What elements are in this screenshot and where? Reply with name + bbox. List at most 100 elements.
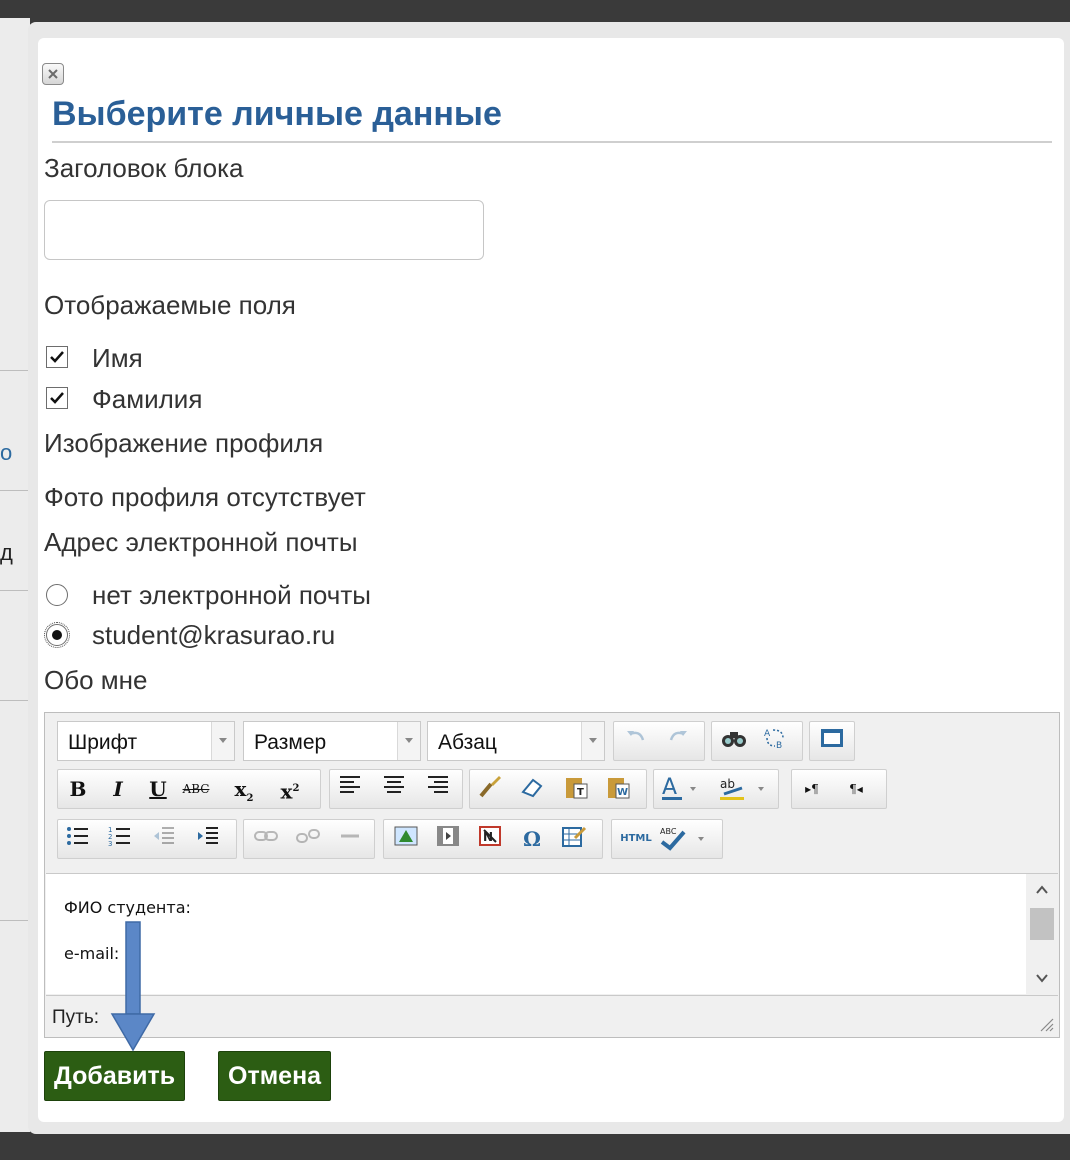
background-page-strip: о д <box>0 0 30 1160</box>
font-family-select[interactable]: Шрифт <box>57 721 235 761</box>
underline-icon[interactable]: U <box>144 774 172 804</box>
link-icon[interactable] <box>252 824 280 854</box>
media-icon[interactable] <box>434 824 462 854</box>
scrollbar-thumb[interactable] <box>1030 908 1054 940</box>
undo-redo-group <box>613 721 705 761</box>
chevron-down-icon <box>397 722 420 760</box>
title-divider <box>52 141 1052 143</box>
list-group: 123 <box>57 819 237 859</box>
color-group: A ab <box>653 769 779 809</box>
cancel-button[interactable]: Отмена <box>218 1051 332 1101</box>
annotation-arrow-icon <box>110 921 156 1052</box>
editor-path: Путь: <box>52 1007 100 1028</box>
highlight-color-icon[interactable]: ab <box>718 774 772 804</box>
svg-text:ABC: ABC <box>660 827 677 836</box>
paste-text-icon[interactable]: T <box>562 774 590 804</box>
toolbar-row-3: 123 N Ω HTML ABC <box>57 819 1057 859</box>
block-title-label: Заголовок блока <box>44 153 244 183</box>
email-option-none-label: нет электронной почты <box>92 580 371 610</box>
email-radio-none[interactable] <box>46 584 68 606</box>
direction-group: ▸¶ ¶◂ <box>791 769 887 809</box>
svg-text:B: B <box>776 741 782 750</box>
strikethrough-icon[interactable]: ABC <box>182 774 210 804</box>
svg-text:T: T <box>577 787 584 798</box>
alignment-group <box>329 769 463 809</box>
checkmark-icon <box>50 392 64 404</box>
indent-icon[interactable] <box>194 824 222 854</box>
svg-text:A: A <box>662 775 677 800</box>
background-text-fragment: д <box>0 540 13 565</box>
scroll-down-icon[interactable] <box>1034 970 1050 986</box>
rich-text-editor: Шрифт Размер Абзац AB B I U ABC x2 x2 T … <box>44 712 1060 1038</box>
anchor-link-icon[interactable] <box>336 824 364 854</box>
align-left-icon[interactable] <box>336 774 364 804</box>
editor-scrollbar[interactable] <box>1026 873 1058 994</box>
chevron-down-icon <box>581 722 604 760</box>
image-icon[interactable] <box>392 824 420 854</box>
block-title-input[interactable] <box>44 200 484 260</box>
eraser-icon[interactable] <box>518 774 546 804</box>
superscript-icon[interactable]: x2 <box>276 774 304 804</box>
font-size-select[interactable]: Размер <box>243 721 421 761</box>
outdent-icon[interactable] <box>150 824 178 854</box>
align-center-icon[interactable] <box>380 774 408 804</box>
field-checkbox-surname[interactable] <box>46 387 68 409</box>
text-color-icon[interactable]: A <box>660 774 700 804</box>
chevron-down-icon <box>211 722 234 760</box>
toolbar-row-1: Шрифт Размер Абзац AB <box>57 721 1057 761</box>
ltr-icon[interactable]: ▸¶ <box>798 774 826 804</box>
content-line-fio: ФИО студента: <box>64 898 191 917</box>
source-group: HTML ABC <box>611 819 723 859</box>
checkmark-icon <box>50 351 64 363</box>
font-size-select-label: Размер <box>254 731 327 754</box>
email-option-student-label: student@krasurao.ru <box>92 620 336 650</box>
anchor-icon[interactable]: N <box>476 824 504 854</box>
bullet-list-icon[interactable] <box>64 824 92 854</box>
editor-content-area[interactable]: ФИО студента: e-mail: <box>46 873 1026 994</box>
special-char-icon[interactable]: Ω <box>518 824 546 854</box>
subscript-icon[interactable]: x2 <box>230 774 258 804</box>
overlay-top <box>0 0 1070 18</box>
fullscreen-icon[interactable] <box>818 726 846 756</box>
email-radio-student[interactable] <box>44 622 70 648</box>
displayed-fields-label: Отображаемые поля <box>44 290 296 320</box>
svg-text:W: W <box>617 787 628 798</box>
html-source-icon[interactable]: HTML <box>616 824 656 854</box>
field-checkbox-name[interactable] <box>46 346 68 368</box>
svg-text:ab: ab <box>720 777 735 791</box>
clipboard-group: T W <box>469 769 647 809</box>
paste-word-icon[interactable]: W <box>604 774 632 804</box>
cleanup-icon[interactable] <box>476 774 504 804</box>
close-icon[interactable] <box>42 63 64 85</box>
numbered-list-icon[interactable]: 123 <box>106 824 134 854</box>
search-group: AB <box>711 721 803 761</box>
editor-statusbar: Путь: <box>46 995 1058 1036</box>
background-link-fragment: о <box>0 440 13 465</box>
replace-icon[interactable]: AB <box>762 726 790 756</box>
fullscreen-group <box>809 721 855 761</box>
unlink-icon[interactable] <box>294 824 322 854</box>
rtl-icon[interactable]: ¶◂ <box>842 774 870 804</box>
undo-icon[interactable] <box>622 726 650 756</box>
find-icon[interactable] <box>720 726 748 756</box>
align-right-icon[interactable] <box>424 774 452 804</box>
resize-handle-icon[interactable] <box>1038 1016 1054 1032</box>
format-select[interactable]: Абзац <box>427 721 605 761</box>
spellcheck-icon[interactable]: ABC <box>658 824 716 854</box>
edit-table-icon[interactable] <box>560 824 588 854</box>
toolbar-row-2: B I U ABC x2 x2 T W A ab ▸¶ ¶◂ <box>57 769 1057 809</box>
scroll-up-icon[interactable] <box>1034 882 1050 898</box>
italic-icon[interactable]: I <box>104 774 132 804</box>
link-group <box>243 819 375 859</box>
email-label: Адрес электронной почты <box>44 527 358 557</box>
about-me-label: Обо мне <box>44 665 148 695</box>
profile-image-status: Фото профиля отсутствует <box>44 482 366 512</box>
svg-text:A: A <box>764 729 771 739</box>
field-label-surname: Фамилия <box>92 384 203 414</box>
redo-icon[interactable] <box>664 726 692 756</box>
bold-icon[interactable]: B <box>64 774 92 804</box>
svg-text:3: 3 <box>108 840 112 848</box>
overlay-bottom <box>0 1132 1070 1160</box>
profile-image-label: Изображение профиля <box>44 428 324 458</box>
text-style-group: B I U ABC x2 x2 <box>57 769 321 809</box>
